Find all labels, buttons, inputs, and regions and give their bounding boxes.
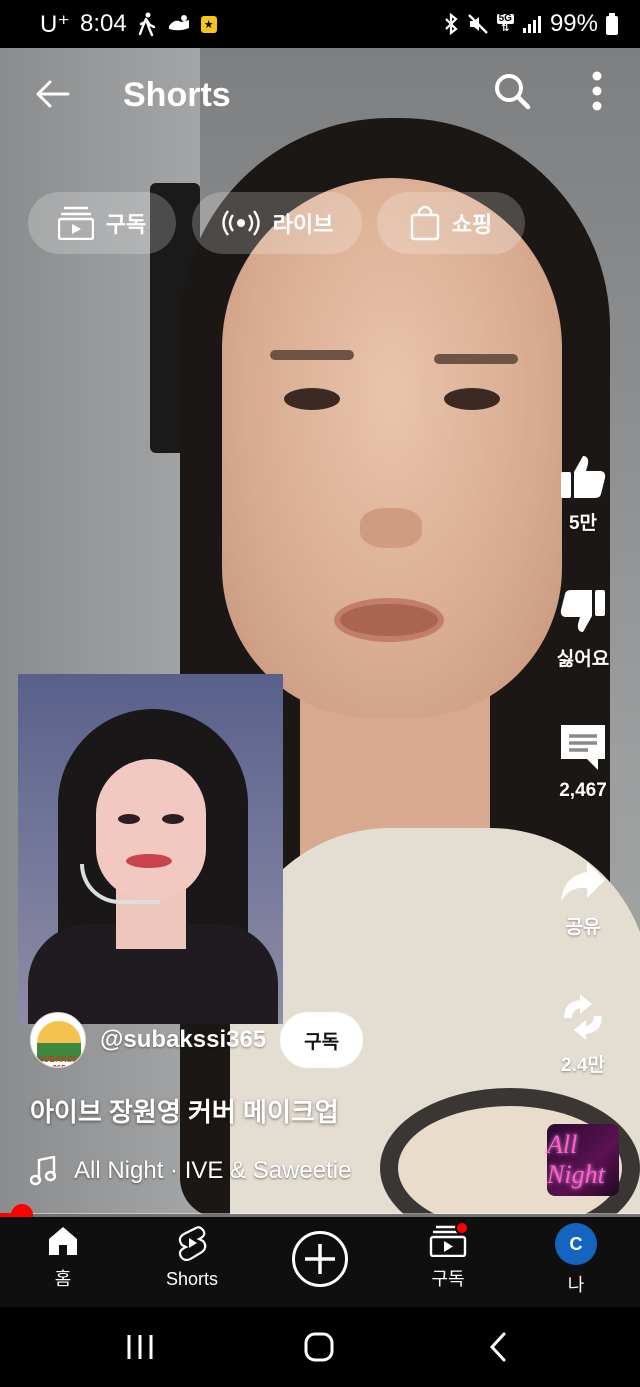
music-thumbnail[interactable]: All Night [547, 1124, 619, 1196]
channel-handle[interactable]: @subakssi365 [100, 1026, 266, 1054]
chip-label: 구독 [105, 212, 147, 237]
bluetooth-icon [443, 12, 459, 36]
system-navigation [0, 1307, 640, 1387]
chip-shopping[interactable]: 쇼핑 [377, 192, 525, 254]
chip-live[interactable]: 라이브 [192, 192, 362, 254]
battery-icon [606, 13, 618, 35]
shopping-bag-icon [410, 205, 439, 241]
nav-home[interactable]: 홈 [8, 1225, 118, 1291]
nav-label: 홈 [54, 1269, 72, 1289]
subscriptions-icon [57, 206, 94, 240]
live-icon [221, 210, 260, 236]
more-vert-icon [592, 71, 602, 111]
music-note-icon [30, 1156, 56, 1186]
like-button[interactable]: 5만 [548, 452, 618, 535]
thumbs-up-icon [561, 456, 606, 498]
nav-you[interactable]: C 나 [521, 1223, 631, 1297]
dislike-label: 싫어요 [556, 649, 610, 670]
clock: 8:04 [80, 10, 127, 37]
mute-icon [467, 13, 489, 35]
top-app-bar: Shorts [0, 48, 640, 143]
shorts-icon [178, 1226, 207, 1261]
channel-avatar-text: SUBAKSSI 365 [38, 1055, 80, 1067]
page-title: Shorts [123, 76, 231, 114]
music-label: All Night · IVE & Saweetie [74, 1157, 352, 1184]
back-system-button[interactable] [478, 1327, 518, 1367]
back-arrow-icon [36, 80, 70, 108]
channel-avatar[interactable]: SUBAKSSI 365 [30, 1012, 86, 1068]
home-icon [49, 1227, 77, 1255]
music-thumb-text: All Night [547, 1130, 605, 1189]
create-button[interactable] [292, 1231, 348, 1287]
bottom-navigation: 홈 Shorts 구독 C 나 [0, 1217, 640, 1307]
nav-subscriptions[interactable]: 구독 [393, 1221, 503, 1291]
home-system-button[interactable] [299, 1327, 339, 1367]
battery-percent: 99% [549, 10, 598, 37]
reference-photo [18, 674, 283, 1024]
walking-icon [137, 12, 157, 36]
recents-icon [127, 1335, 153, 1359]
remix-icon [564, 994, 602, 1040]
remix-count: 2.4만 [561, 1055, 605, 1076]
comment-count: 2,467 [559, 780, 607, 801]
thumbs-down-icon [560, 590, 605, 632]
share-label: 공유 [565, 917, 601, 938]
subscribe-button[interactable]: 구독 [280, 1012, 364, 1068]
avatar: C [555, 1223, 597, 1265]
nav-shorts[interactable]: Shorts [137, 1225, 247, 1290]
status-left: U⁺ 8:04 ★ [40, 10, 217, 39]
comments-button[interactable]: 2,467 [548, 722, 618, 802]
share-icon [561, 862, 605, 902]
chip-label: 라이브 [272, 212, 334, 237]
chip-label: 쇼핑 [451, 212, 493, 237]
plus-icon [305, 1244, 335, 1274]
like-count: 5만 [568, 513, 598, 534]
dislike-button[interactable]: 싫어요 [548, 588, 618, 671]
signal-icon [522, 14, 542, 34]
remix-button[interactable]: 2.4만 [548, 992, 618, 1077]
comment-icon [561, 725, 605, 770]
share-button[interactable]: 공유 [548, 860, 618, 939]
chip-subscriptions[interactable]: 구독 [28, 192, 176, 254]
new-content-dot [455, 1221, 469, 1235]
kb-app-icon: ★ [200, 15, 217, 33]
video-title[interactable]: 아이브 장원영 커버 메이크업 [30, 1092, 339, 1129]
search-button[interactable] [492, 71, 532, 111]
music-row[interactable]: All Night · IVE & Saweetie [30, 1156, 351, 1186]
more-options-button[interactable] [586, 70, 608, 112]
nav-label: 나 [567, 1275, 585, 1295]
channel-row: SUBAKSSI 365 @subakssi365 구독 [30, 1012, 364, 1068]
back-button[interactable] [32, 74, 72, 114]
chevron-left-icon [489, 1332, 506, 1362]
home-circle-icon [304, 1332, 334, 1362]
nav-label: 구독 [431, 1269, 465, 1289]
network-5g-icon: 5G ⇅ [496, 13, 514, 34]
search-icon [495, 74, 531, 110]
carrier-label: U⁺ [40, 10, 70, 38]
creator-face [222, 178, 562, 718]
nav-label: Shorts [165, 1269, 219, 1289]
status-bar: U⁺ 8:04 ★ 5G ⇅ 99% [0, 0, 640, 48]
status-right: 5G ⇅ 99% [443, 10, 618, 38]
hands-icon [167, 14, 191, 34]
recent-apps-button[interactable] [120, 1327, 160, 1367]
